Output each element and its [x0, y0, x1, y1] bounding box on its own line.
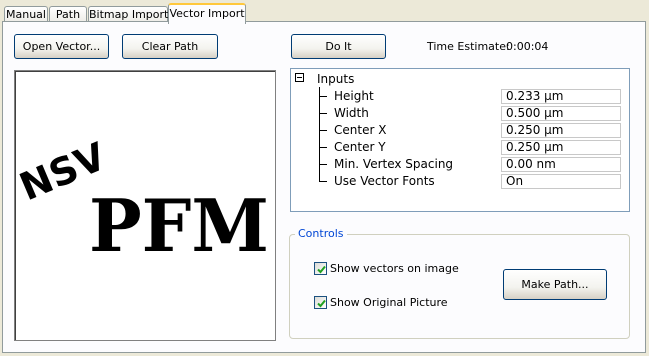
clear-path-button[interactable]: Clear Path	[122, 34, 218, 59]
show-vectors-checkbox[interactable]	[314, 262, 327, 275]
input-value-height[interactable]: 0.233 µm	[501, 89, 621, 104]
collapse-icon[interactable]	[295, 73, 304, 82]
input-value-use-vector-fonts[interactable]: On	[501, 174, 621, 189]
tree-branch	[319, 96, 327, 97]
controls-group-title: Controls	[295, 227, 347, 241]
inputs-header: Inputs	[317, 72, 355, 86]
tree-branch	[319, 164, 327, 165]
show-original-checkbox[interactable]	[314, 296, 327, 309]
tree-branch	[319, 147, 327, 148]
tab-vector-import[interactable]: Vector Import	[168, 3, 246, 24]
tree-branch	[319, 130, 327, 131]
input-label-center-y: Center Y	[334, 140, 386, 154]
tree-guide-line	[319, 87, 320, 182]
make-path-button[interactable]: Make Path...	[503, 269, 607, 300]
tree-branch	[319, 181, 327, 182]
tree-branch	[319, 113, 327, 114]
time-estimate-label: Time Estimate:	[427, 40, 510, 53]
input-label-center-x: Center X	[334, 123, 387, 137]
do-it-button[interactable]: Do It	[291, 34, 386, 59]
inputs-tree[interactable]: Inputs Height 0.233 µm Width 0.500 µm Ce…	[290, 68, 630, 212]
input-value-center-x[interactable]: 0.250 µm	[501, 123, 621, 138]
input-label-min-vertex-spacing: Min. Vertex Spacing	[334, 157, 454, 171]
open-vector-button[interactable]: Open Vector...	[14, 34, 109, 59]
show-vectors-label[interactable]: Show vectors on image	[330, 262, 459, 275]
checkmark-icon	[317, 265, 326, 274]
vector-image: NSV PFM	[13, 134, 269, 268]
input-value-center-y[interactable]: 0.250 µm	[501, 140, 621, 155]
input-label-use-vector-fonts: Use Vector Fonts	[334, 174, 435, 188]
input-value-min-vertex-spacing[interactable]: 0.00 nm	[501, 157, 621, 172]
input-label-width: Width	[334, 106, 369, 120]
input-label-height: Height	[334, 89, 374, 103]
input-value-width[interactable]: 0.500 µm	[501, 106, 621, 121]
checkmark-icon	[317, 299, 326, 308]
pfm-text: PFM	[89, 183, 269, 268]
vector-preview: NSV PFM	[13, 70, 276, 341]
show-original-label[interactable]: Show Original Picture	[330, 296, 448, 309]
time-estimate-value: 0:00:04	[506, 40, 549, 53]
